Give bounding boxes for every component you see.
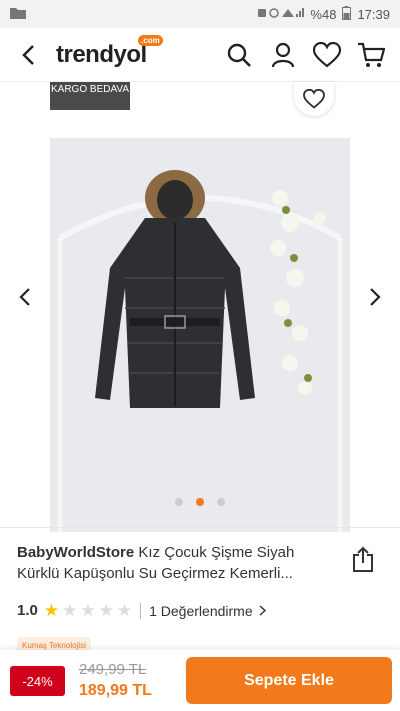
add-to-favorites-button[interactable] <box>294 82 334 116</box>
next-image-button[interactable] <box>360 282 390 312</box>
cart-icon <box>358 42 385 67</box>
star-empty-icon: ★ <box>62 601 78 620</box>
logo-text: trendyol <box>56 40 147 68</box>
share-button[interactable] <box>350 545 376 573</box>
cart-button[interactable] <box>356 40 386 70</box>
pagination-dot-active[interactable] <box>196 498 204 506</box>
heart-icon <box>303 89 325 109</box>
chevron-right-icon <box>259 603 266 619</box>
rating-score: 1.0 <box>17 602 38 619</box>
divider <box>0 527 400 528</box>
chevron-left-icon <box>19 288 30 306</box>
add-to-cart-button[interactable]: Sepete Ekle <box>186 657 392 704</box>
original-price: 249,99 TL <box>79 661 147 678</box>
product-title: BabyWorldStore Kız Çocuk Şişme Siyah Kür… <box>17 542 337 584</box>
free-shipping-badge: KARGO BEDAVA <box>50 82 130 110</box>
star-empty-icon: ★ <box>80 601 96 620</box>
battery-icon <box>342 5 352 23</box>
chevron-right-icon <box>370 288 381 306</box>
back-button[interactable] <box>8 28 48 82</box>
rating-summary: 1.0 ★ ★ ★ ★ ★ 1 Değerlendirme <box>17 602 266 619</box>
chevron-left-icon <box>22 44 34 65</box>
purchase-bar: -24% 249,99 TL 189,99 TL Sepete Ekle <box>0 650 400 711</box>
clock: 17:39 <box>357 6 390 22</box>
favorites-button[interactable] <box>312 40 342 70</box>
search-button[interactable] <box>224 40 254 70</box>
signal-icon <box>258 7 305 22</box>
product-gallery[interactable]: KARGO BEDAVA <box>0 82 400 532</box>
logo-badge: .com <box>138 34 163 46</box>
user-icon <box>271 42 295 67</box>
search-icon <box>227 43 251 67</box>
share-icon <box>353 546 373 572</box>
status-bar: %48 17:39 <box>0 0 400 28</box>
app-header: trendyol .com <box>0 28 400 82</box>
rating-stars: ★ ★ ★ ★ ★ <box>44 602 132 619</box>
pagination-dot[interactable] <box>175 498 183 506</box>
previous-image-button[interactable] <box>10 282 40 312</box>
discount-badge: -24% <box>10 666 65 696</box>
pagination-dot[interactable] <box>217 498 225 506</box>
folder-icon <box>10 7 26 22</box>
star-empty-icon: ★ <box>98 601 114 620</box>
divider <box>140 602 142 619</box>
trendyol-logo[interactable]: trendyol .com <box>56 34 163 69</box>
heart-icon <box>313 41 341 67</box>
reviews-link[interactable]: 1 Değerlendirme <box>149 603 253 619</box>
battery-level: %48 <box>310 6 337 22</box>
product-image[interactable] <box>50 138 350 532</box>
gallery-pagination <box>0 498 400 506</box>
star-empty-icon: ★ <box>116 601 133 620</box>
account-button[interactable] <box>268 40 298 70</box>
sale-price: 189,99 TL <box>79 682 152 699</box>
star-filled-icon: ★ <box>43 601 60 620</box>
brand-name[interactable]: BabyWorldStore <box>17 544 134 561</box>
